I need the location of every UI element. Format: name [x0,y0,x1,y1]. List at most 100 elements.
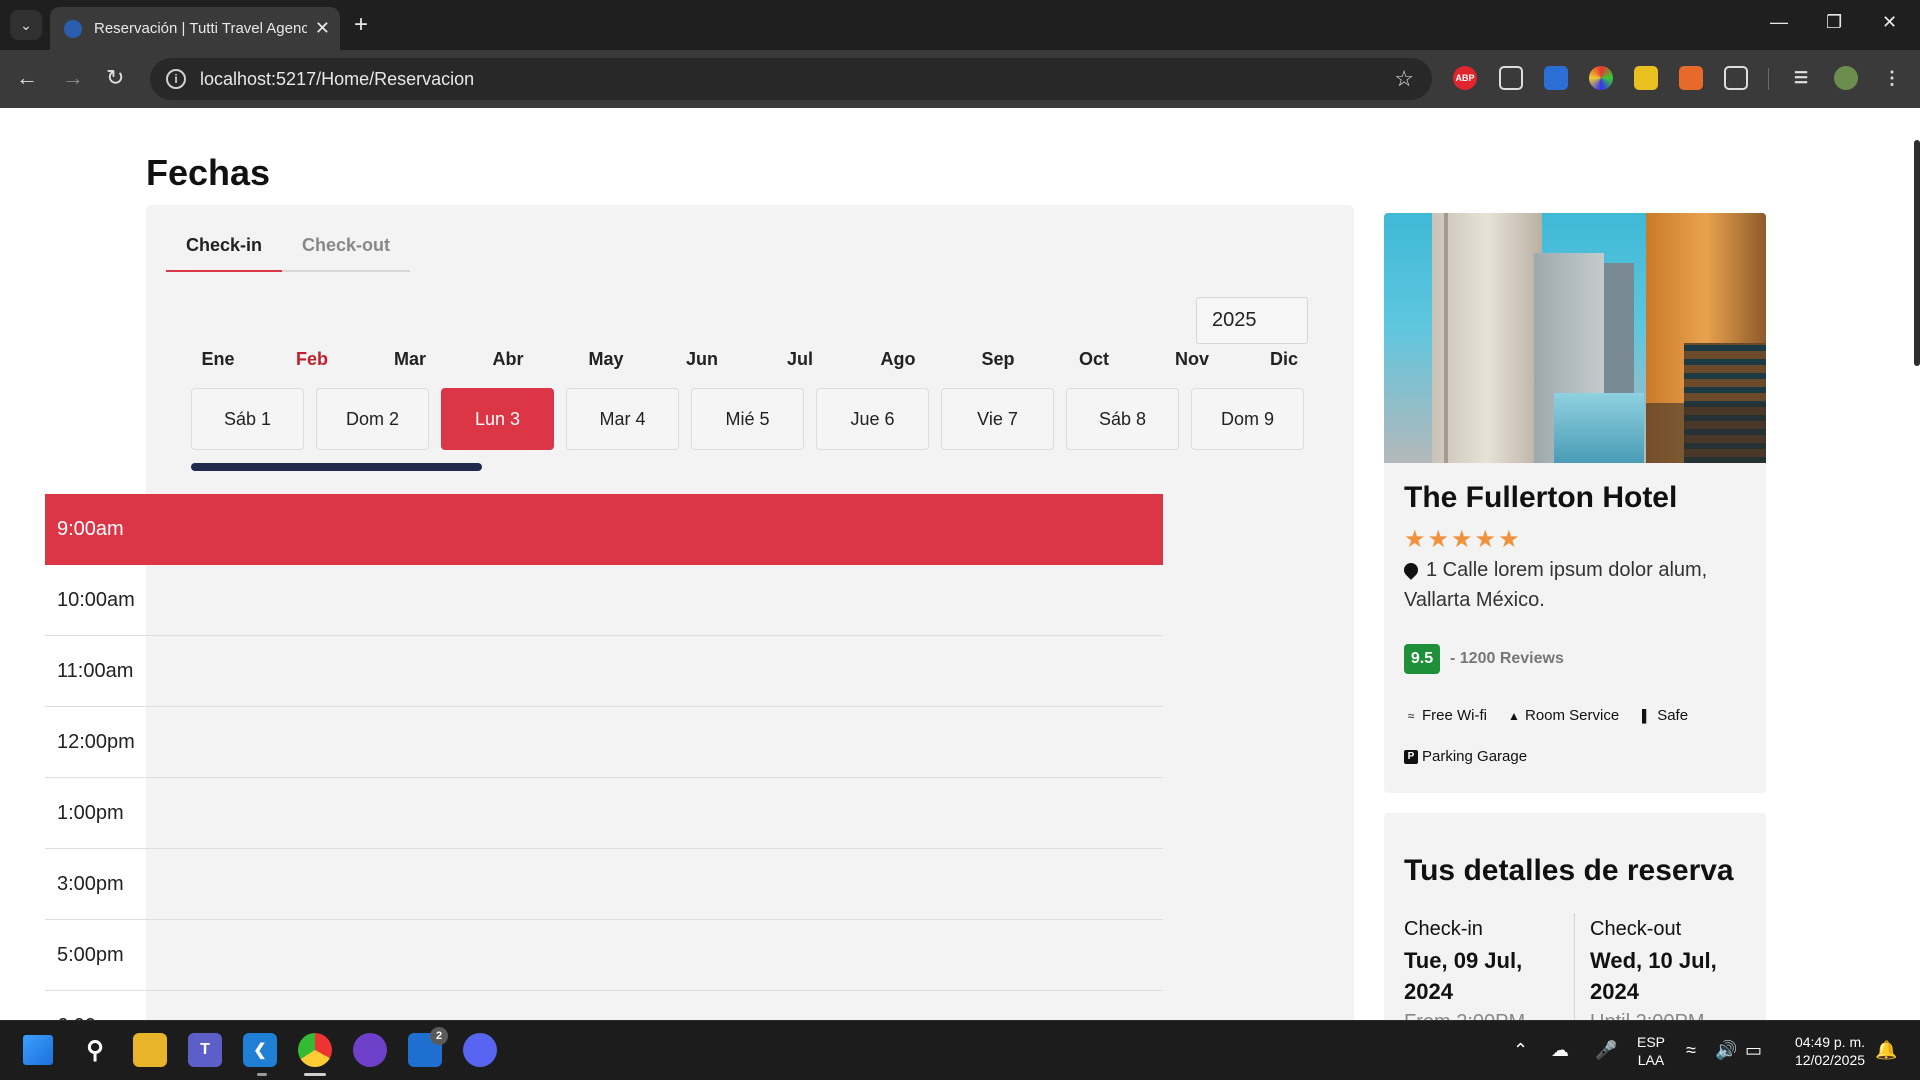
day-button[interactable]: Mié 5 [691,388,804,450]
window-close-icon[interactable]: ✕ [1882,12,1897,33]
day-button[interactable]: Sáb 8 [1066,388,1179,450]
chrome-icon[interactable] [298,1033,332,1067]
day-button[interactable]: Jue 6 [816,388,929,450]
booking-divider [1574,913,1575,1020]
screenshot-extension-icon[interactable] [1499,66,1523,90]
battery-icon[interactable]: ▭ [1745,1040,1762,1061]
day-scroll-thumb[interactable] [191,463,482,471]
star-icon: ★ [1498,526,1520,553]
puzzle-extensions-icon[interactable] [1724,66,1748,90]
amenity-item: ▌ Safe [1639,707,1688,724]
month-selector: Ene Feb Mar Abr May Jun Jul Ago Sep Oct … [192,349,1312,379]
new-tab-button[interactable]: + [354,12,368,38]
time-slot[interactable]: 12:00pm [45,707,1163,778]
close-tab-icon[interactable]: ✕ [315,18,330,39]
tab-search-button[interactable]: ⌄ [10,10,42,40]
search-icon[interactable]: ⚲ [78,1033,112,1067]
globe-icon [64,19,82,38]
year-selector[interactable]: 2025 [1196,297,1308,344]
amenity-label: Safe [1657,707,1689,724]
page-scrollbar[interactable] [1914,140,1920,366]
day-button[interactable]: Mar 4 [566,388,679,450]
notification-bell-icon[interactable]: 🔔 [1875,1040,1897,1061]
hotel-address: 1 Calle lorem ipsum dolor alum, Vallarta… [1401,555,1744,615]
docs-extension-icon[interactable] [1544,66,1568,90]
day-button[interactable]: Vie 7 [941,388,1054,450]
windows-start-icon[interactable] [23,1035,53,1065]
month-may[interactable]: May [588,349,623,370]
reload-icon[interactable]: ↻ [106,65,124,91]
bookmark-star-icon[interactable]: ☆ [1394,66,1414,92]
profile-avatar[interactable] [1834,66,1858,90]
minimize-icon[interactable]: — [1770,12,1788,33]
hotel-name: The Fullerton Hotel [1404,481,1678,514]
tab-check-in[interactable]: Check-in [166,235,283,272]
booking-details-card: Tus detalles de reserva Check-in Tue, 09… [1384,813,1766,1020]
menu-dots-icon[interactable]: ⋮ [1880,66,1904,90]
fox-extension-icon[interactable] [1679,66,1703,90]
month-abr[interactable]: Abr [493,349,524,370]
windows-taskbar: ⚲ T ❮ 2 ⌃ ☁ 🎤 ESP LAA ≈ 🔊 ▭ 04:49 p. m. … [0,1020,1920,1080]
teams-work-icon[interactable]: 2 [408,1027,448,1067]
restore-icon[interactable]: ❐ [1826,12,1842,33]
star-icon: ★ [1427,526,1450,553]
browser-tab[interactable]: Reservación | Tutti Travel Agency ✕ [50,7,340,50]
location-pin-icon [1401,560,1421,580]
onedrive-cloud-icon[interactable]: ☁ [1551,1040,1569,1061]
time-slot[interactable]: 5:00pm [45,920,1163,991]
month-sep[interactable]: Sep [981,349,1014,370]
month-jul[interactable]: Jul [787,349,813,370]
input-language[interactable]: ESP LAA [1634,1033,1668,1069]
time-slot[interactable]: 3:00pm [45,849,1163,920]
time-slot-selected[interactable]: 9:00am [45,494,1163,565]
forward-arrow-icon[interactable]: → [62,65,84,91]
time-slot[interactable]: 1:00pm [45,778,1163,849]
language-code: ESP [1636,1034,1665,1050]
day-button-selected[interactable]: Lun 3 [441,388,554,450]
adblock-extension-icon[interactable]: ABP [1453,66,1477,90]
browser-tab-bar: ⌄ Reservación | Tutti Travel Agency ✕ + … [0,0,1920,50]
clock[interactable]: 04:49 p. m. 12/02/2025 [1780,1033,1880,1069]
section-title: Fechas [146,152,271,193]
file-explorer-icon[interactable] [133,1033,167,1067]
media-controls-icon[interactable]: ☰ [1789,66,1813,90]
folder-extension-icon[interactable] [1634,66,1658,90]
month-oct[interactable]: Oct [1079,349,1109,370]
day-button[interactable]: Dom 2 [316,388,429,450]
github-desktop-icon[interactable] [353,1033,387,1067]
keyboard-layout: LAA [1637,1052,1665,1068]
microphone-icon[interactable]: 🎤 [1595,1040,1617,1061]
month-mar[interactable]: Mar [394,349,426,370]
wifi-icon[interactable]: ≈ [1686,1040,1696,1061]
day-scroll-track[interactable] [191,463,1309,471]
month-ago[interactable]: Ago [881,349,916,370]
time-slot[interactable]: 11:00am [45,636,1163,707]
tab-check-out[interactable]: Check-out [282,235,410,270]
month-jun[interactable]: Jun [686,349,718,370]
day-button[interactable]: Sáb 1 [191,388,304,450]
url-text[interactable]: localhost:5217/Home/Reservacion [200,69,474,90]
month-feb[interactable]: Feb [296,349,328,370]
review-count: - 1200 Reviews [1450,650,1564,667]
day-button[interactable]: Dom 9 [1191,388,1304,450]
star-icon: ★ [1404,526,1426,553]
month-nov[interactable]: Nov [1175,349,1209,370]
teams-icon[interactable]: T [188,1033,222,1067]
vscode-icon[interactable]: ❮ [243,1033,277,1067]
month-ene[interactable]: Ene [201,349,234,370]
address-bar[interactable]: i localhost:5217/Home/Reservacion ☆ [150,58,1432,100]
time-slot[interactable]: 6:00pm [45,991,1163,1021]
back-arrow-icon[interactable]: ← [16,65,38,91]
hotel-card: The Fullerton Hotel ★ ★ ★ ★ ★ 1 Calle lo… [1384,213,1766,793]
volume-icon[interactable]: 🔊 [1715,1040,1737,1061]
notification-badge: 2 [430,1027,448,1045]
discord-icon[interactable] [463,1033,497,1067]
site-info-icon[interactable]: i [166,69,186,89]
color-extension-icon[interactable] [1589,66,1613,90]
checkin-details: Check-in Tue, 09 Jul, 2024 From 2:00PM [1404,918,1574,1020]
checkout-time: Until 2:00PM [1590,1011,1760,1020]
star-icon: ★ [1474,526,1497,553]
time-slot[interactable]: 10:00am [45,565,1163,636]
month-dic[interactable]: Dic [1270,349,1298,370]
show-hidden-icons-chevron-icon[interactable]: ⌃ [1513,1040,1528,1061]
